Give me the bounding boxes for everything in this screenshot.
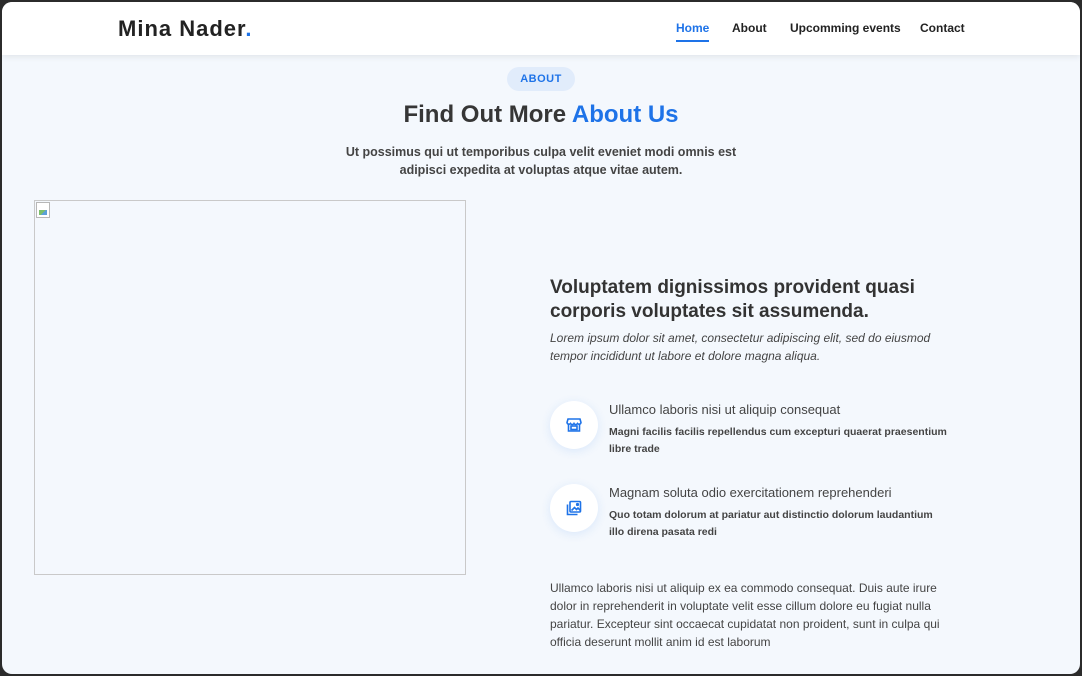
store-icon (550, 401, 598, 449)
logo-text: Mina Nader (118, 16, 246, 41)
nav-upcoming-events[interactable]: Upcomming events (790, 21, 901, 40)
content-paragraph: Ullamco laboris nisi ut aliquip ex ea co… (550, 581, 940, 649)
section-badge: ABOUT (507, 67, 575, 91)
feature-title: Magnam soluta odio exercitationem repreh… (609, 485, 892, 500)
broken-image-icon (36, 202, 50, 218)
content-lead: Lorem ipsum dolor sit amet, consectetur … (550, 331, 931, 363)
feature-title: Ullamco laboris nisi ut aliquip consequa… (609, 402, 841, 417)
section-title-accent: About Us (571, 101, 679, 128)
feature-description: Magni facilis facilis repellendus cum ex… (609, 426, 947, 455)
images-icon (550, 484, 598, 532)
nav-about[interactable]: About (732, 21, 767, 40)
nav-home[interactable]: Home (676, 21, 710, 42)
section-title-prefix: Find Out More (403, 101, 572, 128)
about-image (34, 200, 466, 575)
logo-dot: . (245, 16, 253, 41)
site-logo[interactable]: Mina Nader. (118, 16, 253, 42)
content-heading: Voluptatem dignissimos provident quasi c… (550, 277, 915, 322)
site-header: Mina Nader. Home About Upcomming events … (2, 2, 1080, 55)
feature-description: Quo totam dolorum at pariatur aut distin… (609, 509, 933, 538)
page-frame: Mina Nader. Home About Upcomming events … (2, 2, 1080, 674)
section-subtitle: Ut possimus qui ut temporibus culpa veli… (345, 145, 737, 177)
nav-contact[interactable]: Contact (920, 21, 965, 40)
section-title: Find Out More About Us (2, 101, 1080, 129)
